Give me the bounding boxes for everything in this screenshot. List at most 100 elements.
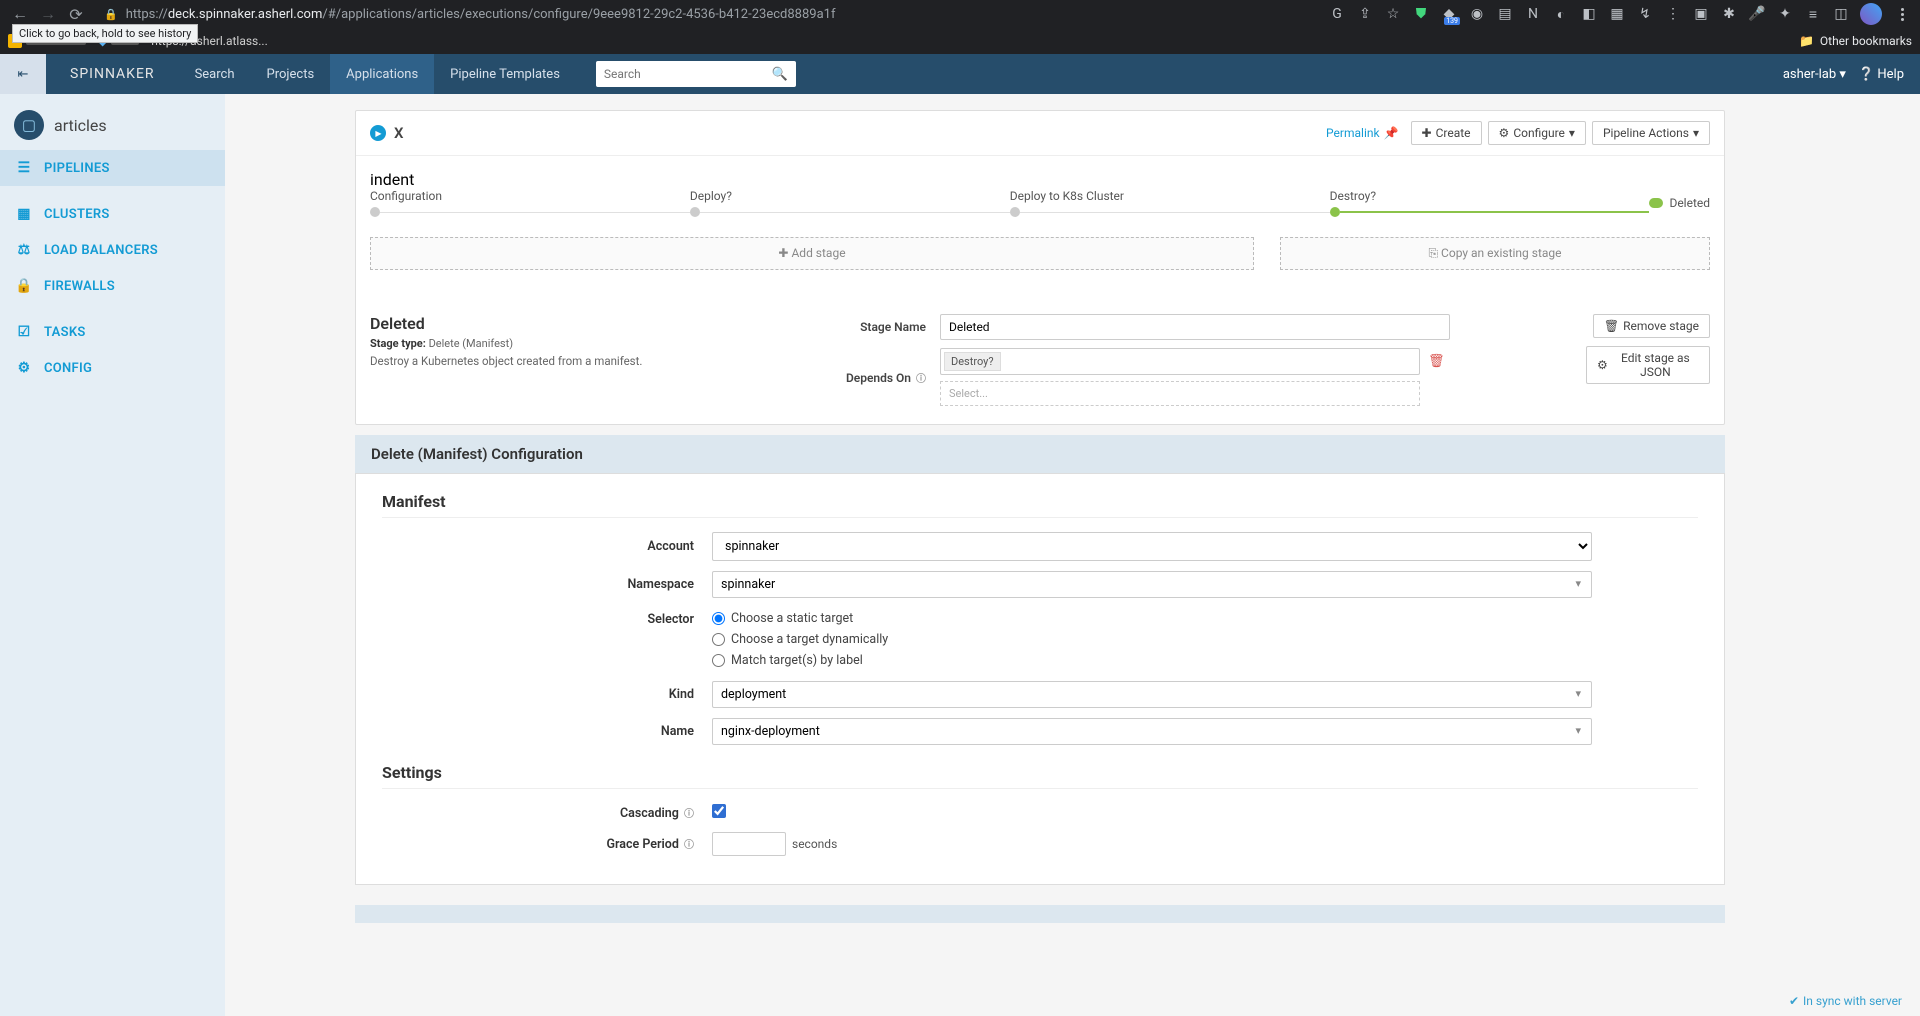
doc-icon[interactable]: ▤ (1496, 5, 1514, 23)
account-select[interactable]: spinnaker (712, 532, 1592, 561)
selector-label-match[interactable]: Match target(s) by label (712, 650, 1592, 671)
ext-icon-7[interactable]: ✱ (1720, 5, 1738, 23)
sidebar-firewalls[interactable]: 🔒FIREWALLS (0, 268, 225, 304)
ext-icon-1[interactable]: ◐ (1552, 5, 1570, 23)
remove-stage-button[interactable]: 🗑Remove stage (1593, 314, 1710, 338)
nav-search-box[interactable]: 🔍 (596, 61, 796, 87)
namespace-select[interactable]: spinnaker (712, 571, 1592, 598)
stage-configuration[interactable]: Configuration (370, 189, 690, 217)
list-icon: ☰ (16, 160, 32, 176)
stage-name-input[interactable] (940, 314, 1450, 340)
lock-icon: 🔒 (104, 8, 118, 21)
profile-avatar[interactable] (1860, 3, 1882, 25)
stage-description: Destroy a Kubernetes object created from… (370, 354, 790, 368)
selector-dynamic[interactable]: Choose a target dynamically (712, 629, 1592, 650)
other-bookmarks[interactable]: 📁 Other bookmarks (1799, 34, 1912, 48)
edit-json-button[interactable]: ⚙Edit stage as JSON (1586, 346, 1710, 384)
folder-icon: 📁 (1799, 34, 1814, 48)
stage-deploy-k8s[interactable]: Deploy to K8s Cluster (1010, 189, 1330, 217)
nav-applications[interactable]: Applications (330, 54, 434, 94)
browser-address-bar[interactable]: 🔒 https://deck.spinnaker.asherl.com/#/ap… (96, 7, 1320, 22)
copy-stage-button[interactable]: ⎘ Copy an existing stage (1280, 237, 1710, 270)
mic-icon[interactable]: 🎤 (1748, 5, 1766, 23)
nav-help[interactable]: ❔ Help (1858, 67, 1904, 82)
brand-label[interactable]: SPINNAKER (46, 66, 179, 82)
stage-title: Deleted (370, 314, 790, 333)
google-icon[interactable]: G (1328, 5, 1346, 23)
share-icon[interactable]: ⇪ (1356, 5, 1374, 23)
notion-icon[interactable]: N (1524, 5, 1542, 23)
kind-select[interactable]: deployment (712, 681, 1592, 708)
pin-icon[interactable]: 📌 (1384, 126, 1399, 140)
play-icon[interactable]: ▶ (370, 125, 386, 141)
sidebar-pipelines[interactable]: ☰PIPELINES (0, 150, 225, 186)
spinnaker-top-nav: ⇤ SPINNAKER Search Projects Applications… (0, 54, 1920, 94)
pipeline-actions-button[interactable]: Pipeline Actions ▾ (1592, 121, 1710, 145)
trash-icon: 🗑 (1604, 319, 1619, 333)
selector-static[interactable]: Choose a static target (712, 608, 1592, 629)
info-icon[interactable]: ⓘ (684, 809, 694, 820)
grace-input[interactable] (712, 832, 786, 856)
ext-icon-3[interactable]: ▦ (1608, 5, 1626, 23)
pipeline-name: X (394, 124, 404, 142)
pipeline-stages: indent Configuration Deploy? Deploy to K… (356, 156, 1724, 221)
nav-search-input[interactable] (604, 67, 754, 81)
nav-search[interactable]: Search (179, 54, 251, 94)
nav-templates[interactable]: Pipeline Templates (434, 54, 576, 94)
browser-forward-button[interactable]: → (36, 2, 60, 26)
plus-icon: ✚ (778, 246, 788, 260)
main-content[interactable]: ▶ X Permalink 📌 ✚Create ⚙Configure ▾ Pip… (225, 94, 1920, 1016)
lock-icon: 🔒 (16, 278, 32, 294)
cascading-checkbox[interactable] (712, 804, 726, 818)
browser-reload-button[interactable]: ⟳ (64, 2, 88, 26)
name-label: Name (382, 724, 712, 739)
gear-icon: ⚙ (16, 360, 32, 376)
search-icon[interactable]: 🔍 (772, 67, 788, 82)
manifest-heading: Manifest (382, 492, 1698, 518)
configure-button[interactable]: ⚙Configure ▾ (1488, 121, 1586, 145)
permalink-link[interactable]: Permalink (1326, 126, 1380, 140)
section-header: Delete (Manifest) Configuration (355, 435, 1725, 473)
settings-heading: Settings (382, 763, 1698, 789)
adblock-icon[interactable]: ◆139 (1440, 5, 1458, 23)
browser-back-button[interactable]: ← (8, 2, 32, 26)
create-button[interactable]: ✚Create (1411, 121, 1482, 145)
sidebar-clusters[interactable]: ▦CLUSTERS (0, 196, 225, 232)
star-icon[interactable]: ☆ (1384, 5, 1402, 23)
copy-icon: ⎘ (1428, 246, 1438, 260)
stage-destroy-q[interactable]: Destroy? (1330, 189, 1650, 217)
ext-icon-6[interactable]: ▣ (1692, 5, 1710, 23)
info-icon[interactable]: ⓘ (916, 374, 926, 385)
sidebar-tasks[interactable]: ☑TASKS (0, 314, 225, 350)
nav-back-button[interactable]: ⇤ (0, 54, 46, 94)
browser-menu-button[interactable] (1892, 8, 1912, 21)
ext-icon-5[interactable]: ⋮ (1664, 5, 1682, 23)
ext-icon-2[interactable]: ◧ (1580, 5, 1598, 23)
panel-icon[interactable]: ◫ (1832, 5, 1850, 23)
trash-icon[interactable]: 🗑 (1428, 354, 1445, 369)
sidebar-load-balancers[interactable]: ⚖LOAD BALANCERS (0, 232, 225, 268)
playlist-icon[interactable]: ≡ (1804, 5, 1822, 23)
nav-user[interactable]: asher-lab ▾ (1783, 67, 1846, 82)
plus-icon: ✚ (1422, 126, 1432, 140)
sidebar-config[interactable]: ⚙CONFIG (0, 350, 225, 386)
info-icon[interactable]: ⓘ (684, 840, 694, 851)
name-select[interactable]: nginx-deployment (712, 718, 1592, 745)
pipeline-card: ▶ X Permalink 📌 ✚Create ⚙Configure ▾ Pip… (355, 110, 1725, 425)
stage-name-label: Stage Name (810, 320, 940, 334)
shield-icon[interactable]: ⛊ (1412, 5, 1430, 23)
nav-projects[interactable]: Projects (251, 54, 331, 94)
selector-label: Selector (382, 608, 712, 627)
grid-icon: ▦ (16, 206, 32, 222)
depends-on-select[interactable]: Select... (940, 381, 1420, 406)
check-icon: ☑ (16, 324, 32, 340)
cascading-label: Cascading ⓘ (382, 805, 712, 821)
puzzle-icon[interactable]: ✦ (1776, 5, 1794, 23)
stage-deleted[interactable]: Deleted (1649, 196, 1710, 210)
camera-icon[interactable]: ◉ (1468, 5, 1486, 23)
stage-deploy-q[interactable]: Deploy? (690, 189, 1010, 217)
gear-icon: ⚙ (1597, 358, 1608, 372)
depends-on-input[interactable]: Destroy? (940, 348, 1420, 375)
add-stage-button[interactable]: ✚ Add stage (370, 237, 1254, 270)
ext-icon-4[interactable]: ↯ (1636, 5, 1654, 23)
